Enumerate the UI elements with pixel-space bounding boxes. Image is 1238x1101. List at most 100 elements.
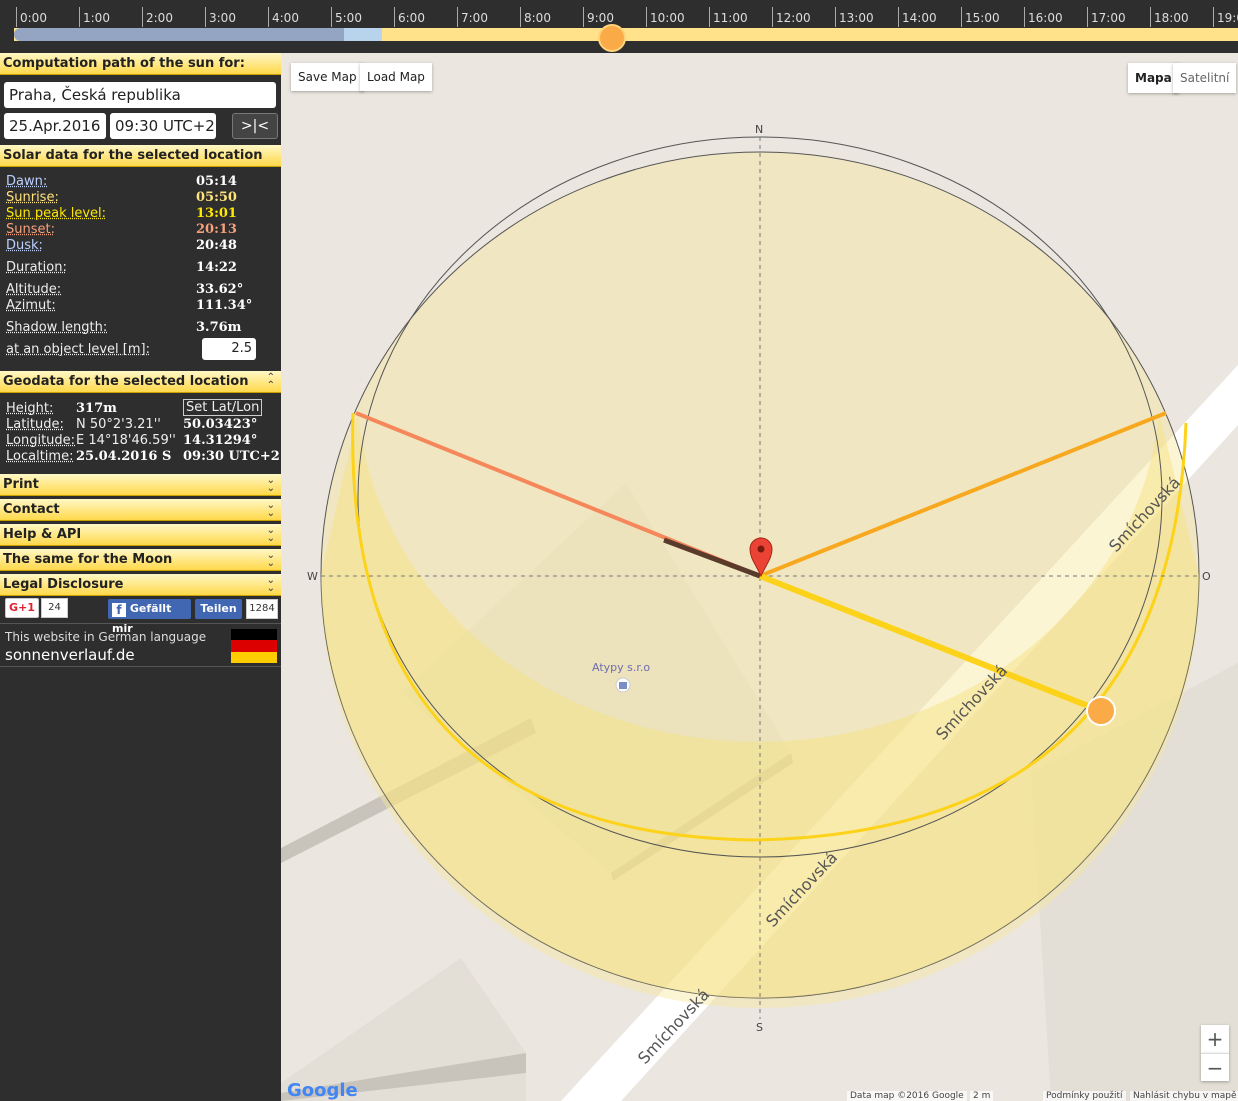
sidebar: Computation path of the sun for: Praha, … (0, 53, 281, 1101)
timeline-hour-label: 10:00 (646, 7, 685, 27)
expand-icon: ⌄ ⌄ (266, 575, 275, 594)
timeline-hour-label: 16:00 (1024, 7, 1063, 27)
timeline-dawn-segment (344, 28, 382, 41)
computation-panel: Computation path of the sun for: (0, 53, 281, 75)
center-map-button[interactable]: >|< (232, 113, 278, 139)
dusk-value: 20:48 (196, 238, 237, 253)
menu-section-label: Legal Disclosure (3, 577, 124, 592)
expand-icon: ⌄ ⌄ (266, 500, 275, 519)
timeline-hour-label: 19:0 (1213, 7, 1238, 27)
timeline-hour-label: 8:00 (520, 7, 551, 27)
duration-row: Duration: (6, 260, 67, 276)
menu-section-label: Help & API (3, 527, 82, 542)
shadow-row: Shadow length: (6, 320, 107, 336)
menu-section-1[interactable]: Contact ⌄ ⌄ (0, 499, 281, 521)
gplus-count: 24 (41, 598, 68, 618)
share-button[interactable]: Teilen (195, 599, 242, 619)
date-input[interactable]: 25.Apr.2016 (4, 113, 106, 139)
time-slider-knob[interactable] (598, 24, 626, 52)
compass-west: W (307, 570, 318, 583)
timeline-hour-label: 12:00 (772, 7, 811, 27)
longitude-label: Longitude: (6, 433, 75, 449)
height-label-text: Height: (6, 401, 54, 416)
altitude-row: Altitude: (6, 282, 61, 298)
shadow-label: Shadow length: (6, 320, 108, 335)
time-input[interactable]: 09:30 UTC+2 (110, 113, 216, 139)
sunrise-label: Sunrise: (6, 190, 59, 205)
menu-section-label: Print (3, 477, 39, 492)
terms-link[interactable]: Podmínky použití (1043, 1091, 1126, 1101)
collapse-icon: ⌃ ⌃ (266, 372, 275, 391)
longitude-decimal: 14.31294° (183, 433, 258, 448)
altitude-value: 33.62° (196, 282, 244, 297)
peak-label: Sun peak level: (6, 206, 107, 221)
map[interactable]: Smíchovská Smíchovská Smíchovská Smíchov… (281, 53, 1238, 1101)
timeline-hour-label: 2:00 (142, 7, 173, 27)
geodata-title-text: Geodata for the selected location (3, 374, 249, 389)
menu-section-4[interactable]: Legal Disclosure ⌄ ⌄ (0, 574, 281, 596)
zoom-in-button[interactable]: + (1201, 1025, 1229, 1053)
menu-section-label: The same for the Moon (3, 552, 173, 567)
poi-label: Atypy s.r.o (592, 661, 650, 674)
longitude-dms: E 14°18'46.59'' (76, 433, 176, 448)
expand-icon: ⌄ ⌄ (266, 525, 275, 544)
timeline-hour-label: 7:00 (457, 7, 488, 27)
dawn-value: 05:14 (196, 174, 237, 189)
gplus-button[interactable]: G+1 (5, 598, 39, 618)
localtime-label-text: Localtime: (6, 449, 74, 464)
timeline-hour-label: 1:00 (79, 7, 110, 27)
dawn-row: Dawn: (6, 174, 47, 190)
map-type-satellite-button[interactable]: Satelitní (1173, 63, 1237, 93)
timeline-night-segment (14, 28, 344, 41)
set-latlon-button[interactable]: Set Lat/Lon (183, 399, 263, 416)
geodata-title[interactable]: Geodata for the selected location ⌃ ⌃ (0, 371, 281, 393)
localtime-label: Localtime: (6, 449, 73, 465)
latitude-label: Latitude: (6, 417, 64, 433)
duration-label: Duration: (6, 260, 67, 275)
height-label: Height: (6, 401, 53, 417)
computation-title: Computation path of the sun for: (0, 53, 281, 75)
timeline-hour-label: 6:00 (394, 7, 425, 27)
menu-section-3[interactable]: The same for the Moon ⌄ ⌄ (0, 549, 281, 571)
map-type-map-button[interactable]: Mapa (1128, 63, 1179, 93)
menu-section-0[interactable]: Print ⌄ ⌄ (0, 474, 281, 496)
sun-position-marker[interactable] (1086, 696, 1116, 726)
peak-row: Sun peak level: (6, 206, 106, 222)
sunrise-row: Sunrise: (6, 190, 59, 206)
dusk-label: Dusk: (6, 238, 43, 253)
latitude-decimal: 50.03423° (183, 417, 258, 432)
location-input[interactable]: Praha, Česká republika (4, 82, 276, 108)
latitude-label-text: Latitude: (6, 417, 64, 432)
share-count: 1284 (246, 599, 278, 619)
altitude-label: Altitude: (6, 282, 62, 297)
location-pin-dot (757, 545, 765, 553)
compass-north: N (755, 123, 763, 136)
german-note: This website in German language (5, 630, 207, 644)
map-data-attribution: Data map ©2016 Google (847, 1091, 967, 1101)
report-error-link[interactable]: Nahlásit chybu v mapě (1130, 1091, 1238, 1101)
map-canvas[interactable]: Smíchovská Smíchovská Smíchovská Smíchov… (281, 53, 1238, 1101)
latitude-dms: N 50°2'3.21'' (76, 417, 161, 432)
facebook-like-button[interactable]: f Gefällt mir (108, 599, 191, 635)
timeline-hour-label: 11:00 (709, 7, 748, 27)
expand-icon: ⌄ ⌄ (266, 475, 275, 494)
menu-section-label: Contact (3, 502, 60, 517)
load-map-button[interactable]: Load Map (360, 63, 432, 91)
timeline-hour-label: 3:00 (205, 7, 236, 27)
object-level-input[interactable]: 2.5 (202, 338, 256, 360)
sunset-label: Sunset: (6, 222, 55, 237)
azimut-value: 111.34° (196, 298, 253, 313)
compass-east: O (1202, 570, 1211, 583)
menu-section-2[interactable]: Help & API ⌄ ⌄ (0, 524, 281, 546)
compass-south: S (756, 1021, 763, 1034)
menu-sections: Print ⌄ ⌄ Contact ⌄ ⌄ Help & API ⌄ ⌄ The same for… (0, 471, 281, 596)
expand-icon: ⌄ ⌄ (266, 550, 275, 569)
german-site-link[interactable]: This website in German language sonnenve… (0, 623, 281, 667)
poi-bag-shape (619, 682, 627, 689)
zoom-out-button[interactable]: − (1201, 1053, 1229, 1081)
azimut-label: Azimut: (6, 298, 56, 313)
save-map-button[interactable]: Save Map (291, 63, 364, 91)
localtime-time: 09:30 UTC+2 (183, 449, 280, 464)
timeline[interactable]: 0:00 1:00 2:00 3:00 4:00 5:00 6:00 7:00 8:00 9:00… (0, 0, 1238, 53)
sunrise-value: 05:50 (196, 190, 237, 205)
